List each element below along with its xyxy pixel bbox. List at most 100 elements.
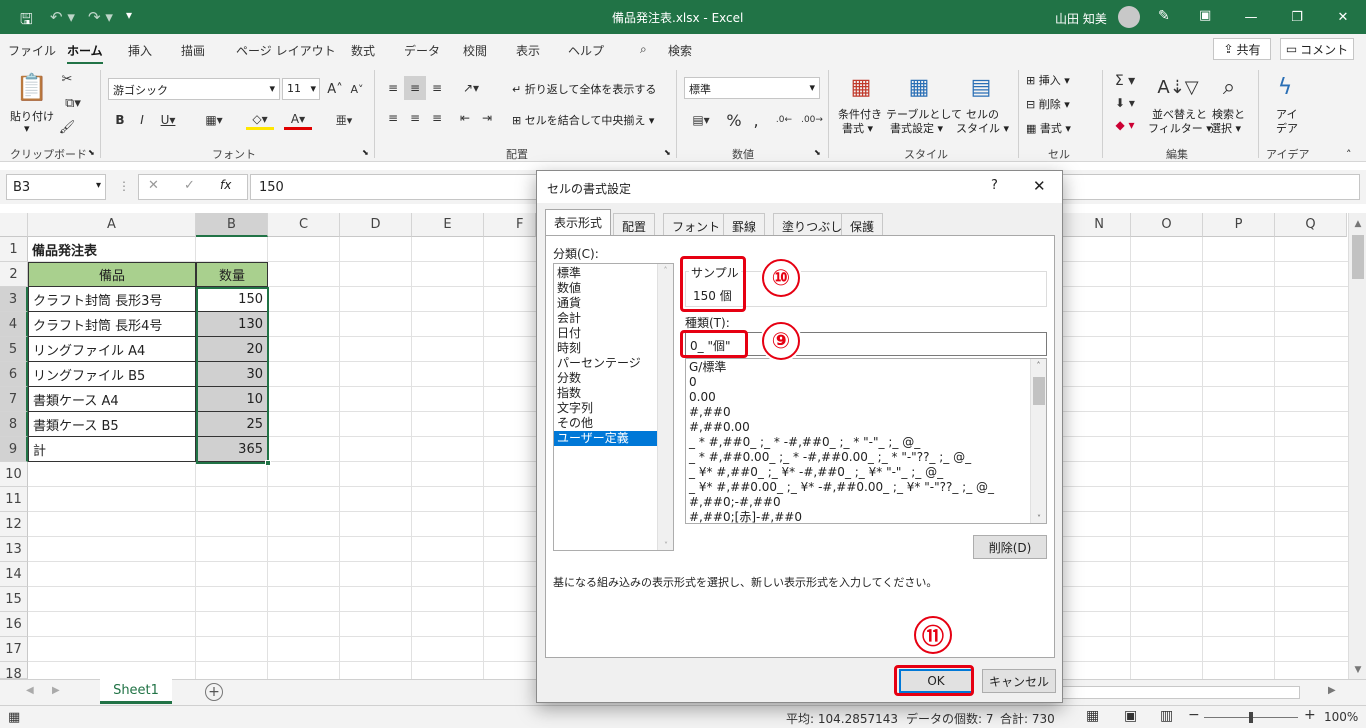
undo-icon[interactable]: ↶ ▾ [50,8,75,26]
scroll-down-icon[interactable]: ˅ [658,541,673,550]
bold-icon[interactable]: B [112,110,128,130]
launcher-icon[interactable]: ⬊ [362,148,369,157]
ideas-line2[interactable]: デア [1276,120,1298,136]
ribbon-display-icon[interactable]: ▣ [1199,8,1211,23]
column-header[interactable]: C [268,213,340,237]
comment-button[interactable]: ▭ コメント [1280,38,1354,60]
column-header[interactable]: F [484,213,536,237]
font-name-combo[interactable]: 游ゴシック ▾ [108,78,280,100]
help-icon[interactable]: ? [991,178,998,193]
category-item[interactable]: 会計 [554,311,657,326]
format-as-table-icon[interactable]: ▦ [904,72,934,102]
row-header[interactable]: 4 [0,312,28,337]
cell-A1-title[interactable]: 備品発注表 [28,237,196,262]
paste-button[interactable]: 貼り付け [10,108,54,124]
category-item[interactable]: 文字列 [554,401,657,416]
cell-item-qty[interactable]: 130 [196,312,268,337]
category-item[interactable]: パーセンテージ [554,356,657,371]
number-format-combo[interactable]: 標準 ▾ [684,77,820,99]
row-header[interactable]: 5 [0,337,28,362]
font-color-icon[interactable]: A▾ [284,110,312,130]
row-header[interactable]: 7 [0,387,28,412]
launcher-icon[interactable]: ⬊ [814,148,821,157]
scroll-up-icon[interactable]: ▲ [1352,219,1364,229]
format-type-item[interactable]: G/標準 [686,360,1030,375]
format-type-item[interactable]: _ ¥* #,##0_ ;_ ¥* -#,##0_ ;_ ¥* "-"_ ;_ … [686,465,1030,480]
close-window-icon[interactable]: ✕ [1320,0,1366,34]
scroll-left-icon[interactable]: ◀ [26,685,34,696]
tab-data[interactable]: データ [404,42,440,59]
category-scrollbar[interactable]: ˄ ˅ [657,264,673,550]
scroll-thumb[interactable] [1352,235,1364,279]
zoom-level[interactable]: 100% [1324,710,1358,724]
tab-border[interactable]: 罫線 [723,213,766,235]
tab-page-layout[interactable]: ページ レイアウト [236,42,336,59]
format-type-item[interactable]: #,##0 [686,405,1030,420]
cell-item-name[interactable]: 書類ケース A4 [28,387,196,412]
format-type-item[interactable]: _ * #,##0_ ;_ * -#,##0_ ;_ * "-"_ ;_ @_ [686,435,1030,450]
collapse-ribbon-icon[interactable]: ˄ [1346,148,1352,161]
tab-help[interactable]: ヘルプ [568,42,604,59]
launcher-icon[interactable]: ⬊ [664,148,671,157]
launcher-icon[interactable]: ⬊ [88,148,95,157]
increase-decimal-icon[interactable]: .0← [774,110,794,130]
delete-cells-button[interactable]: ⊟ 削除 ▾ [1026,96,1070,112]
category-item[interactable]: 日付 [554,326,657,341]
percent-icon[interactable]: % [724,110,744,130]
comma-style-icon[interactable]: , [748,110,764,130]
tab-font[interactable]: フォント [663,213,730,235]
clear-icon[interactable]: ◆ ▾ [1110,116,1140,134]
scroll-up-icon[interactable]: ˄ [1031,361,1046,370]
copy-icon[interactable]: ⧉▾ [58,94,88,112]
category-item[interactable]: 通貨 [554,296,657,311]
accounting-format-icon[interactable]: ▤▾ [686,110,716,130]
cell-item-name[interactable]: クラフト封筒 長形3号 [28,287,196,312]
format-as-table-line2[interactable]: 書式設定 ▾ [890,120,943,136]
scroll-down-icon[interactable]: ▼ [1352,665,1364,675]
orientation-icon[interactable]: ↗▾ [456,78,486,98]
tab-formulas[interactable]: 数式 [351,42,375,59]
normal-view-icon[interactable]: ▦ [1086,708,1099,724]
row-header[interactable]: 3 [0,287,28,312]
vertical-scrollbar[interactable]: ▲ ▼ [1348,213,1366,679]
category-list[interactable]: 標準 数値 通貨 会計 日付 時刻 パーセンテージ 分数 指数 文字列 その他 ユーザー定義 ˄ ˅ [553,263,674,551]
insert-function-icon[interactable]: fx [220,178,231,192]
autosum-icon[interactable]: Σ ▾ [1110,72,1140,90]
merge-center-button[interactable]: ⊞ セルを結合して中央揃え ▾ [512,112,654,128]
cell-item-name[interactable]: リングファイル B5 [28,362,196,387]
conditional-formatting-line2[interactable]: 書式 ▾ [842,120,873,136]
column-header[interactable]: P [1203,213,1275,237]
column-header[interactable]: B [196,213,268,237]
fill-handle[interactable] [265,460,271,466]
cell-item-name[interactable]: 計 [28,437,196,462]
tab-insert[interactable]: 挿入 [128,42,152,59]
ideas-icon[interactable]: ϟ [1270,72,1300,102]
tab-alignment[interactable]: 配置 [613,213,656,235]
borders-icon[interactable]: ▦▾ [200,110,228,130]
search-icon[interactable]: ⌕ [640,42,647,57]
column-header[interactable]: N [1063,213,1131,237]
tab-home[interactable]: ホーム [67,42,103,65]
tab-review[interactable]: 校閲 [463,42,487,59]
format-type-item[interactable]: _ ¥* #,##0.00_ ;_ ¥* -#,##0.00_ ;_ ¥* "-… [686,480,1030,495]
fill-icon[interactable]: ⬇ ▾ [1110,94,1140,112]
underline-icon[interactable]: U▾ [156,110,180,130]
cell-item-qty[interactable]: 20 [196,337,268,362]
restore-icon[interactable]: ❐ [1274,0,1320,34]
tab-fill[interactable]: 塗りつぶし [773,213,852,235]
category-item[interactable]: 数値 [554,281,657,296]
cancel-entry-icon[interactable]: ✕ [148,178,159,193]
scroll-up-icon[interactable]: ˄ [658,266,673,275]
cell-item-qty[interactable]: 150 [196,287,268,312]
delete-format-button[interactable]: 削除(D) [973,535,1047,559]
cell-styles-icon[interactable]: ▤ [966,72,996,102]
align-middle-icon[interactable]: ≡ [404,76,426,100]
row-header[interactable]: 1 [0,237,28,262]
select-all-corner[interactable] [0,213,28,237]
format-type-item[interactable]: #,##0.00 [686,420,1030,435]
conditional-formatting-icon[interactable]: ▦ [846,72,876,102]
tab-protection[interactable]: 保護 [841,213,884,235]
format-type-list[interactable]: G/標準 0 0.00 #,##0 #,##0.00 _ * #,##0_ ;_ * -#… [685,358,1047,524]
increase-font-icon[interactable]: A˄ [326,78,344,100]
zoom-in-icon[interactable]: + [1304,707,1316,723]
